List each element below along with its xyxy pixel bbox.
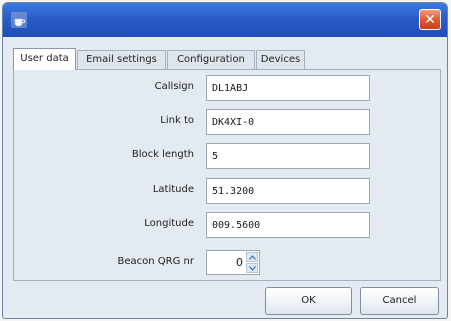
block-length-label: Block length (131, 149, 194, 160)
title-bar[interactable]: ✕ (3, 3, 447, 37)
user-data-panel: Callsign Link to Block length Latitude L… (13, 69, 441, 281)
callsign-label: Callsign (154, 81, 194, 92)
latitude-field[interactable] (206, 178, 370, 204)
java-cup-icon (11, 12, 27, 28)
callsign-field[interactable] (206, 75, 370, 101)
link-to-field[interactable] (206, 109, 370, 135)
spinner-buttons (246, 252, 258, 273)
tab-devices[interactable]: Devices (256, 50, 305, 69)
spin-down-button[interactable] (246, 263, 258, 273)
tab-bar: User data Email settings Configuration D… (13, 48, 443, 70)
ok-button[interactable]: OK (265, 287, 352, 315)
beacon-qrg-spinner[interactable]: 0 (206, 250, 260, 275)
beacon-qrg-value[interactable]: 0 (236, 251, 243, 274)
link-to-label: Link to (160, 115, 194, 126)
close-button[interactable]: ✕ (419, 9, 441, 30)
close-icon: ✕ (424, 11, 436, 28)
beacon-qrg-label: Beacon QRG nr (117, 256, 194, 267)
longitude-label: Longitude (144, 218, 194, 229)
spin-up-button[interactable] (246, 252, 258, 262)
tab-configuration[interactable]: Configuration (167, 50, 255, 69)
cancel-button[interactable]: Cancel (360, 287, 439, 315)
dialog-window: ✕ User data Email settings Configuration… (2, 2, 448, 319)
block-length-field[interactable] (206, 143, 370, 169)
chevron-up-icon (248, 254, 256, 260)
tab-user-data[interactable]: User data (13, 48, 76, 70)
latitude-label: Latitude (152, 184, 194, 195)
longitude-field[interactable] (206, 212, 370, 238)
tab-email-settings[interactable]: Email settings (77, 50, 166, 69)
chevron-down-icon (248, 265, 256, 271)
